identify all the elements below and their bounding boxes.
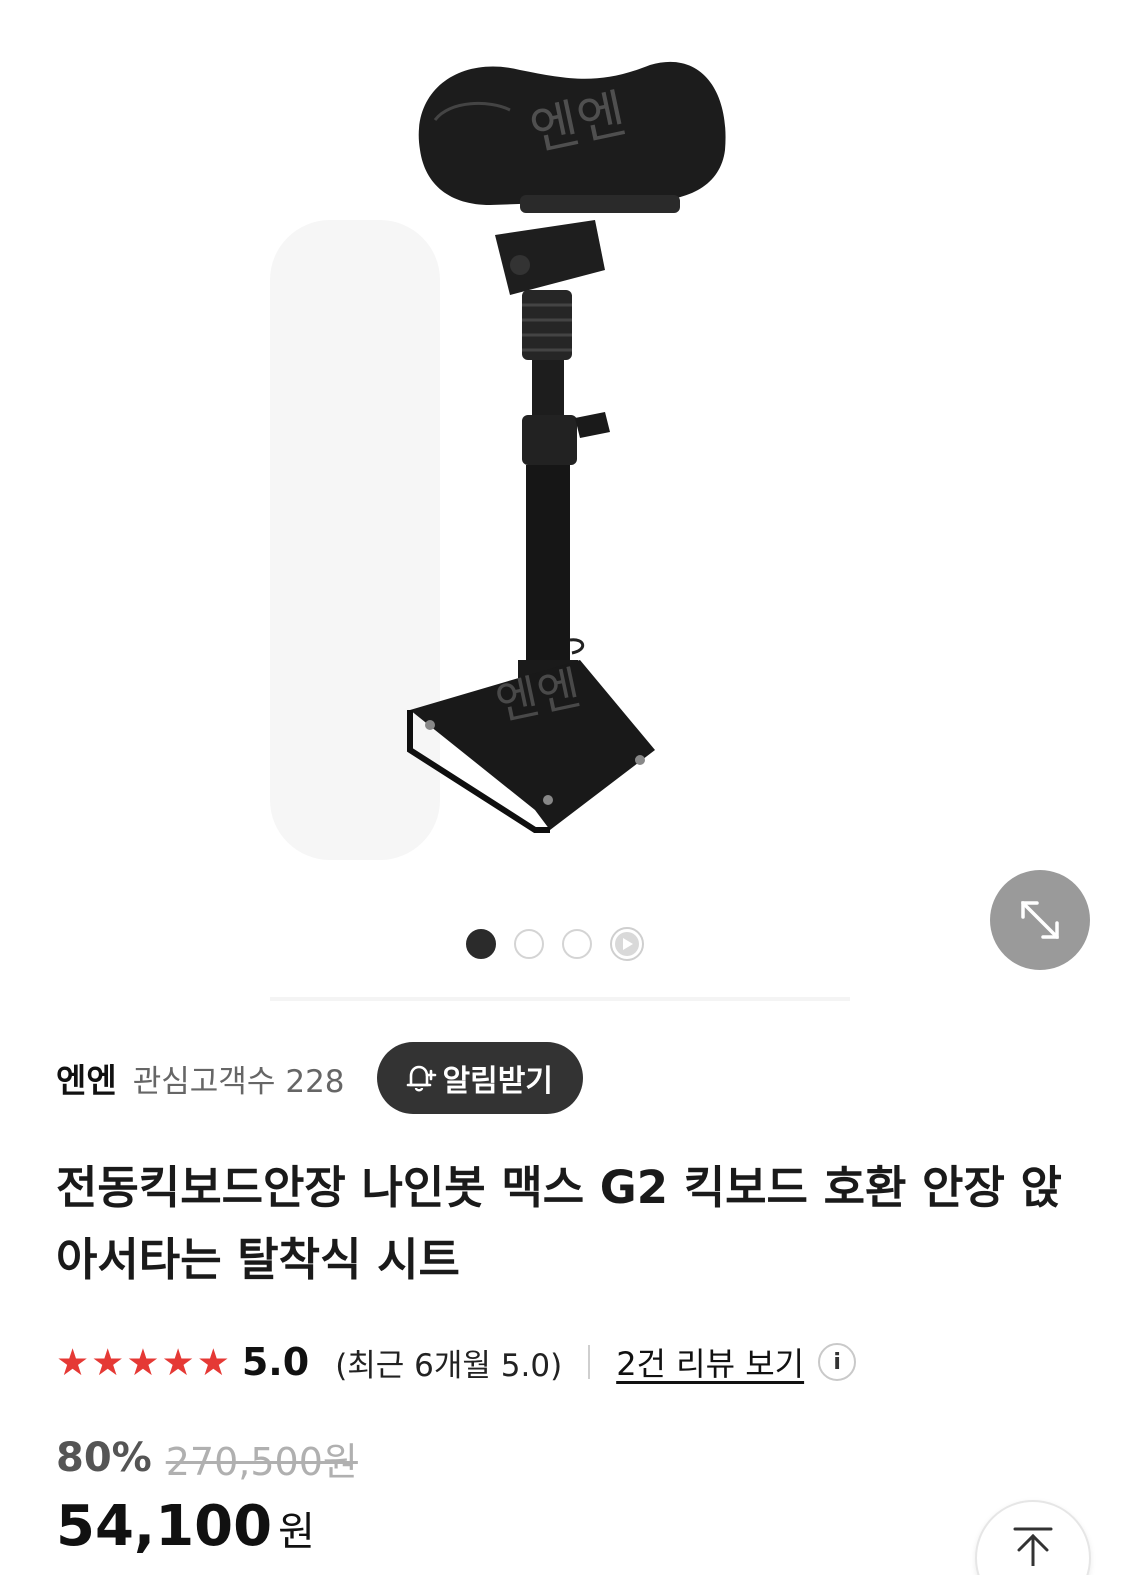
gallery-pagination	[466, 927, 644, 961]
price-unit: 원	[278, 1509, 315, 1555]
gallery-divider	[270, 997, 850, 1001]
recent-rating: (최근 6개월 5.0)	[335, 1347, 563, 1384]
review-link[interactable]: 2건 리뷰 보기	[616, 1339, 804, 1385]
original-price: 270,500원	[165, 1439, 358, 1484]
expand-image-button[interactable]	[990, 870, 1090, 970]
product-image[interactable]: 엔엔 엔엔	[250, 20, 810, 880]
pagination-video-dot[interactable]	[610, 927, 644, 961]
star-icon: ★	[161, 1340, 195, 1384]
product-title: 전동킥보드안장 나인봇 맥스 G2 킥보드 호환 안장 앉아서타는 탈착식 시트	[56, 1161, 1062, 1286]
star-icon: ★	[91, 1340, 125, 1384]
scroll-top-button[interactable]	[975, 1500, 1091, 1575]
followers-label: 관심고객수	[132, 1063, 276, 1100]
seller-name[interactable]: 엔엔	[56, 1054, 117, 1102]
separator	[588, 1345, 591, 1379]
sale-price: 54,100	[56, 1494, 273, 1559]
arrow-up-to-top-icon	[1013, 1527, 1053, 1566]
star-icon: ★	[126, 1340, 160, 1384]
followers-info: 관심고객수 228	[133, 1056, 345, 1101]
bell-plus-icon	[406, 1065, 436, 1092]
pagination-dot-1[interactable]	[466, 929, 496, 959]
subscribe-alarm-button[interactable]: 알림받기	[376, 1042, 583, 1114]
price-row: 54,100 원	[56, 1494, 315, 1566]
pagination-dot-3[interactable]	[562, 929, 592, 959]
alarm-button-label: 알림받기	[442, 1064, 553, 1099]
expand-diagonal-icon	[1021, 901, 1059, 939]
play-icon	[623, 938, 633, 950]
star-icon: ★	[196, 1340, 230, 1384]
star-icon: ★	[56, 1340, 90, 1384]
rating-row: ★ ★ ★ ★ ★ 5.0 (최근 6개월 5.0) 2건 리뷰 보기 i	[56, 1336, 857, 1388]
followers-count: 228	[285, 1063, 345, 1100]
discount-row: 80% 270,500원	[56, 1432, 358, 1484]
pagination-dot-2[interactable]	[514, 929, 544, 959]
star-rating: ★ ★ ★ ★ ★	[56, 1344, 230, 1381]
info-icon[interactable]: i	[818, 1343, 857, 1381]
discount-rate: 80%	[56, 1435, 152, 1481]
product-image-gallery[interactable]: 엔엔 엔엔	[0, 0, 1125, 1001]
rating-score: 5.0	[241, 1340, 310, 1384]
seller-row: 엔엔 관심고객수 228 알림받기	[56, 1042, 583, 1114]
